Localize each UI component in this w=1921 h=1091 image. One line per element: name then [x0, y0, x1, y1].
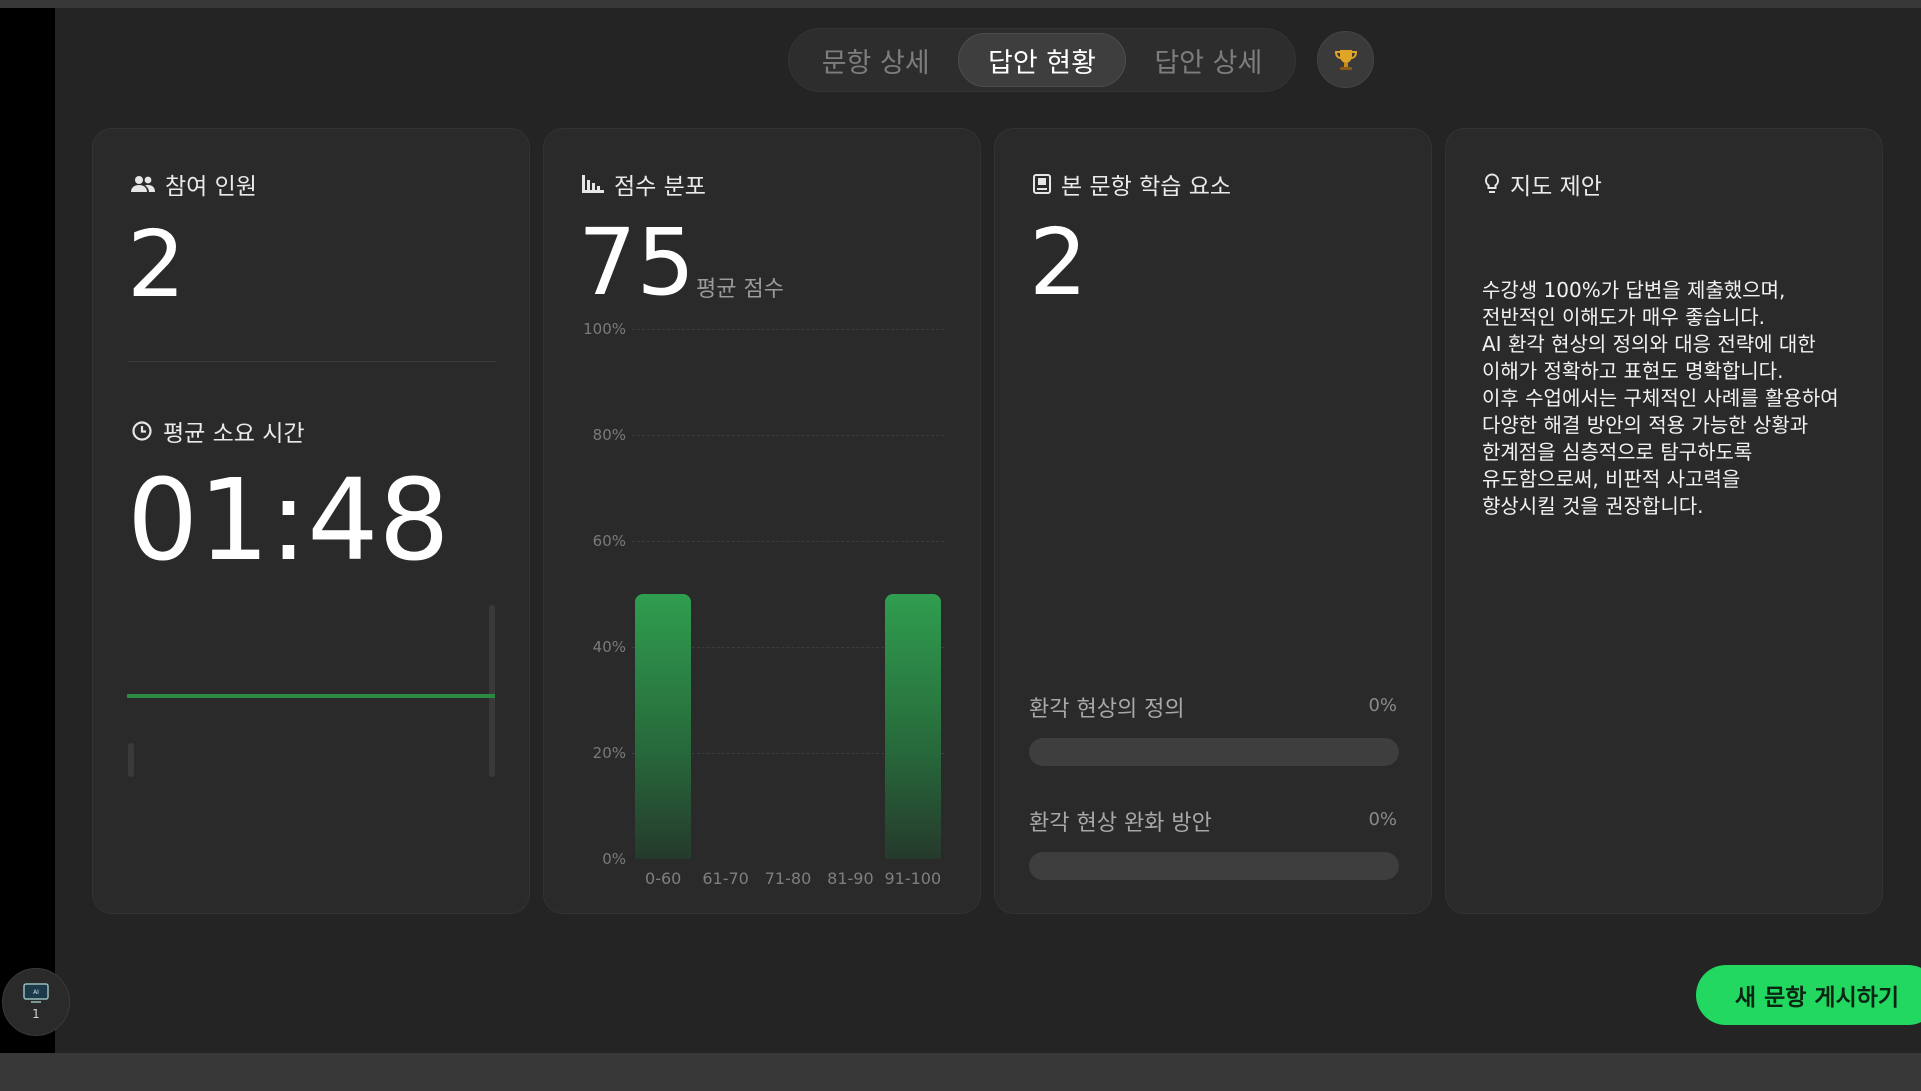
avg-time-value: 01:48	[127, 456, 450, 586]
avg-time-title-text: 평균 소요 시간	[163, 421, 305, 447]
y-axis-tick-label: 80%	[592, 426, 626, 444]
score-chart: 100% 80% 60% 40% 20% 0% 0-60 61-70 71-80 81-90 91-…	[544, 129, 982, 915]
slide-thumbnail-label: AI	[33, 989, 39, 996]
avg-time-title: 평균 소요 시간	[131, 414, 305, 448]
post-new-question-button[interactable]: 새 문항 게시하기	[1696, 965, 1921, 1025]
time-bar-right	[489, 605, 495, 777]
x-axis-tick-label: 71-80	[764, 869, 812, 888]
people-icon	[131, 176, 155, 192]
gridline	[632, 541, 944, 542]
y-axis-tick-label: 100%	[583, 320, 626, 338]
y-axis-tick-label: 60%	[592, 532, 626, 550]
bottom-bar	[0, 1053, 1921, 1091]
x-axis-tick-label: 81-90	[827, 869, 874, 888]
participants-title: 참여 인원	[131, 167, 257, 201]
time-bar-left	[128, 743, 134, 777]
tab-answer-status[interactable]: 답안 현황	[958, 33, 1126, 87]
score-bar	[635, 594, 692, 859]
top-edge	[0, 0, 1921, 8]
view-tabs: 문항 상세 답안 현황 답안 상세	[788, 28, 1296, 92]
participants-count: 2	[127, 211, 186, 318]
tab-question-detail[interactable]: 문항 상세	[793, 33, 958, 87]
gridline	[632, 435, 944, 436]
trophy-icon	[1334, 49, 1357, 70]
y-axis-tick-label: 40%	[592, 638, 626, 656]
learning-elements-title-text: 본 문항 학습 요소	[1061, 174, 1232, 200]
gridline	[632, 329, 944, 330]
learning-elements-card: 본 문항 학습 요소 2 환각 현상의 정의 0% 환각 현상 완화 방안 0%	[994, 128, 1432, 914]
learning-elements-count: 2	[1029, 209, 1088, 316]
learning-element-label: 환각 현상의 정의	[1029, 697, 1185, 722]
learning-elements-title: 본 문항 학습 요소	[1033, 167, 1231, 201]
left-black-bar	[0, 8, 55, 1053]
slide-thumbnail-icon: AI	[23, 983, 49, 1003]
learning-element-label: 환각 현상 완화 방안	[1029, 811, 1212, 836]
tab-answer-detail[interactable]: 답안 상세	[1126, 33, 1291, 87]
score-bar	[884, 594, 941, 859]
y-axis-tick-label: 20%	[592, 744, 626, 762]
slide-page-number: 1	[32, 1007, 40, 1021]
learning-element-progress	[1029, 738, 1399, 766]
learning-element-percent: 0%	[1368, 809, 1397, 830]
y-axis-tick-label: 0%	[602, 850, 626, 868]
suggestion-card: 지도 제안 수강생 100%가 답변을 제출했으며, 전반적인 이해도가 매우 …	[1445, 128, 1883, 914]
lightbulb-icon	[1484, 173, 1500, 193]
book-icon	[1033, 174, 1051, 194]
main-area: 문항 상세 답안 현황 답안 상세 참여 인원 2 평균 소요 시간 01:48…	[55, 8, 1921, 1053]
score-distribution-card: 점수 분포 75 평균 점수 100% 80% 60% 40% 20% 0% 0-60 61-…	[543, 128, 981, 914]
clock-icon	[132, 421, 152, 441]
slide-page-badge[interactable]: AI 1	[2, 968, 70, 1036]
learning-element-percent: 0%	[1368, 695, 1397, 716]
x-axis-tick-label: 0-60	[645, 869, 682, 888]
trophy-button[interactable]	[1317, 31, 1374, 88]
participants-card: 참여 인원 2 평균 소요 시간 01:48	[92, 128, 530, 914]
x-axis-tick-label: 61-70	[702, 869, 749, 888]
suggestion-title: 지도 제안	[1484, 167, 1602, 201]
learning-element-progress	[1029, 852, 1399, 880]
time-distribution-chart	[127, 605, 495, 777]
suggestion-title-text: 지도 제안	[1510, 174, 1602, 200]
suggestion-text: 수강생 100%가 답변을 제출했으며, 전반적인 이해도가 매우 좋습니다. …	[1482, 278, 1839, 518]
participants-title-text: 참여 인원	[165, 174, 257, 200]
card-divider	[127, 361, 497, 362]
x-axis-tick-label: 91-100	[884, 869, 942, 888]
